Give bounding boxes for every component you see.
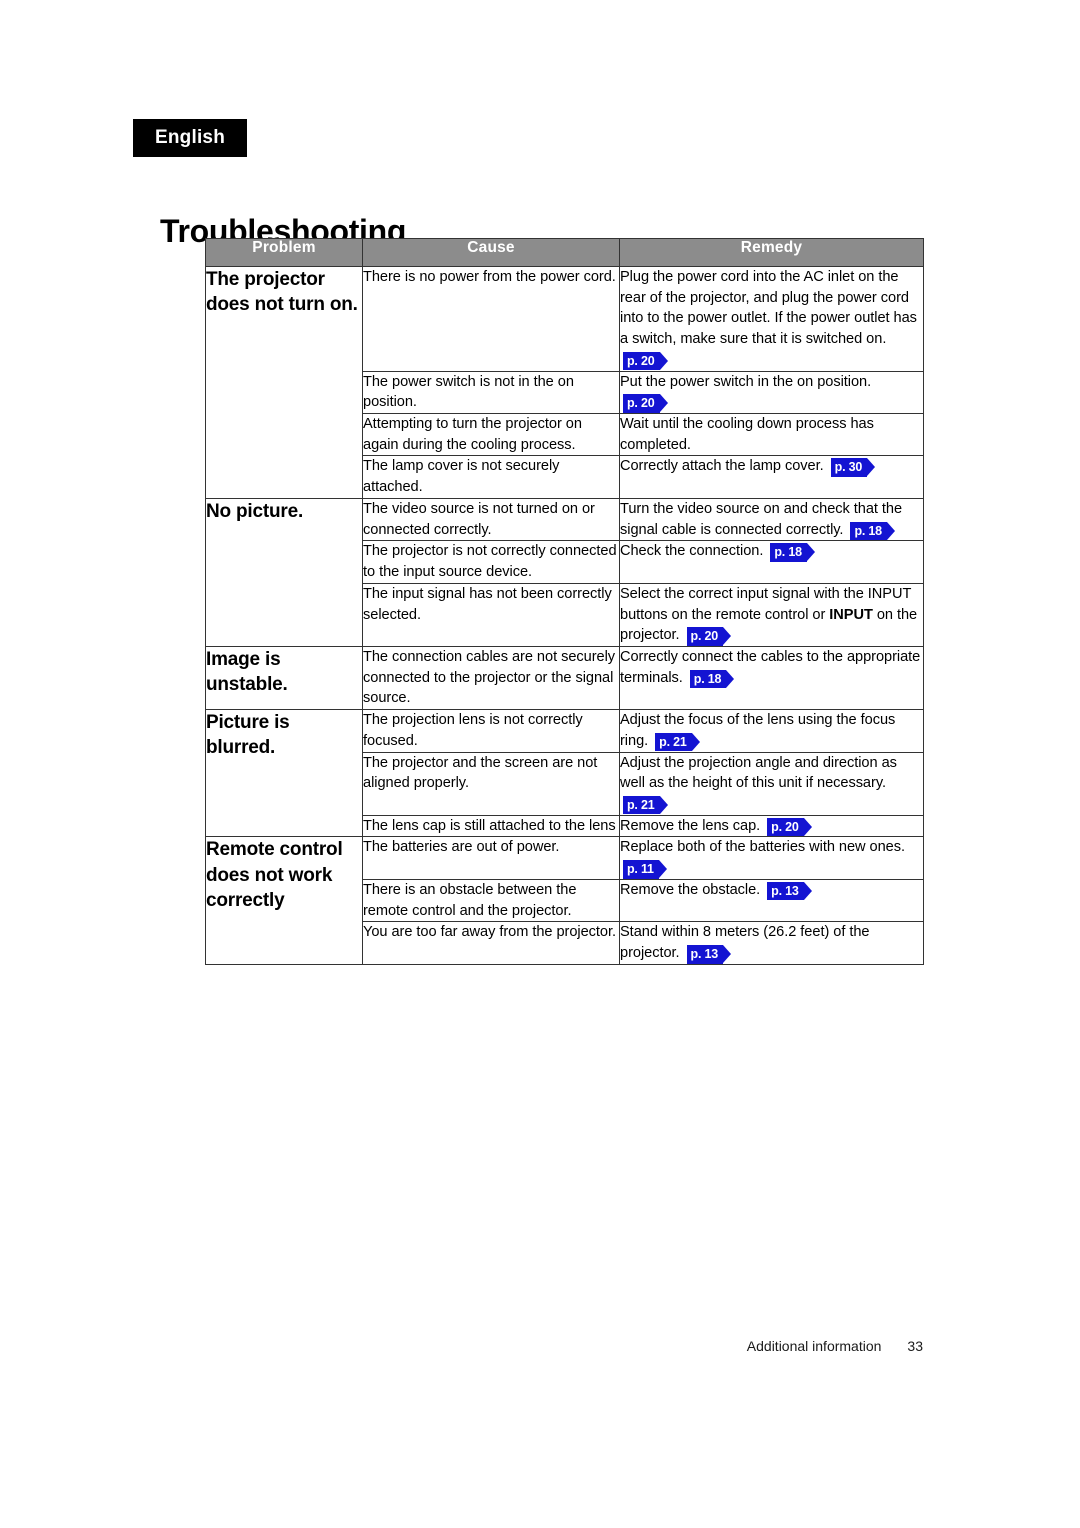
page-reference-badge[interactable]: p. 20 bbox=[686, 627, 731, 646]
footer-page-number: 33 bbox=[907, 1338, 923, 1354]
cause-cell: Attempting to turn the projector on agai… bbox=[362, 413, 620, 457]
table-row: Picture is blurred. The projection lens i… bbox=[205, 709, 924, 838]
remedy-text: Correctly connect the cables to the appr… bbox=[620, 648, 921, 686]
remedy-text: Put the power switch in the on position. bbox=[620, 373, 872, 390]
troubleshooting-table: Problem Cause Remedy The projector does … bbox=[205, 238, 924, 965]
remedy-cell: Replace both of the batteries with new o… bbox=[619, 836, 924, 880]
remedy-text: Adjust the projection angle and directio… bbox=[620, 754, 897, 792]
remedy-text: Replace both of the batteries with new o… bbox=[620, 839, 905, 856]
page-reference-badge[interactable]: p. 21 bbox=[655, 732, 700, 752]
table-row: The projector does not turn on. There is … bbox=[205, 266, 924, 499]
troubleshooting-table-wrapper: Problem Cause Remedy The projector does … bbox=[205, 238, 924, 965]
cause-cell: The lamp cover is not securely attached. bbox=[362, 455, 620, 499]
table-body: The projector does not turn on. There is … bbox=[205, 266, 924, 965]
language-tag: English bbox=[133, 119, 247, 157]
remedy-text: Plug the power cord into the AC inlet on… bbox=[620, 269, 917, 348]
remedy-cell: Wait until the cooling down process has … bbox=[619, 413, 924, 457]
table-header-row: Problem Cause Remedy bbox=[205, 238, 924, 267]
remedy-text: Correctly attach the lamp cover. bbox=[620, 458, 824, 475]
page-reference-badge[interactable]: p. 18 bbox=[689, 669, 734, 689]
page-reference-badge[interactable]: p. 18 bbox=[850, 521, 895, 541]
problem-cell: No picture. bbox=[205, 497, 363, 647]
cause-cell: The projector is not correctly connected… bbox=[362, 540, 620, 584]
page-reference-badge[interactable]: p. 13 bbox=[767, 881, 812, 901]
column-header-cause: Cause bbox=[362, 238, 620, 267]
table-row: No picture. The video source is not turne… bbox=[205, 497, 924, 647]
remedy-cell: Adjust the focus of the lens using the f… bbox=[619, 709, 924, 753]
page-reference-badge[interactable]: p. 20 bbox=[767, 817, 812, 837]
problem-cell: Picture is blurred. bbox=[205, 709, 363, 838]
problem-cell: Remote control does not work correctly bbox=[205, 836, 363, 965]
remedy-cell: Correctly attach the lamp cover. p. 30 bbox=[619, 455, 924, 499]
cause-cell: The connection cables are not securely c… bbox=[362, 645, 620, 711]
remedy-cell: Stand within 8 meters (26.2 feet) of the… bbox=[619, 921, 924, 965]
page-reference-badge[interactable]: p. 20 bbox=[623, 394, 667, 413]
remedy-text: Remove the obstacle. bbox=[620, 881, 761, 898]
table-row: Image is unstable. The connection cables … bbox=[205, 645, 924, 711]
column-header-problem: Problem bbox=[205, 238, 363, 267]
problem-cell: The projector does not turn on. bbox=[205, 266, 363, 499]
remedy-text: Check the connection. bbox=[620, 543, 764, 560]
cause-cell: You are too far away from the projector. bbox=[362, 921, 620, 965]
remedy-text: Wait until the cooling down process has … bbox=[620, 416, 874, 453]
remedy-cell: Select the correct input signal with the… bbox=[619, 582, 924, 647]
remedy-cell: Remove the obstacle. p. 13 bbox=[619, 878, 924, 923]
page-reference-badge[interactable]: p. 11 bbox=[623, 860, 667, 879]
cause-cell: There is no power from the power cord. bbox=[362, 266, 620, 372]
remedy-cell: Put the power switch in the on position.… bbox=[619, 370, 924, 415]
remedy-cell: Plug the power cord into the AC inlet on… bbox=[619, 266, 924, 372]
page-reference-badge[interactable]: p. 18 bbox=[770, 543, 815, 562]
cause-cell: The power switch is not in the on positi… bbox=[362, 370, 620, 415]
remedy-text: Stand within 8 meters (26.2 feet) of the… bbox=[620, 924, 870, 961]
cause-cell: There is an obstacle between the remote … bbox=[362, 878, 620, 923]
cause-cell: The projection lens is not correctly foc… bbox=[362, 709, 620, 753]
cause-cell: The video source is not turned on or con… bbox=[362, 497, 620, 542]
footer-section-label: Additional information bbox=[746, 1338, 882, 1354]
remedy-cell: Correctly connect the cables to the appr… bbox=[619, 645, 924, 711]
remedy-emphasis: INPUT bbox=[829, 606, 873, 623]
remedy-cell: Remove the lens cap. p. 20 bbox=[619, 814, 924, 838]
cause-cell: The lens cap is still attached to the le… bbox=[362, 814, 620, 838]
page-reference-badge[interactable]: p. 20 bbox=[623, 351, 667, 371]
page-reference-badge[interactable]: p. 13 bbox=[686, 945, 731, 964]
cause-cell: The input signal has not been correctly … bbox=[362, 582, 620, 647]
cause-cell: The projector and the screen are not ali… bbox=[362, 751, 620, 816]
remedy-cell: Adjust the projection angle and directio… bbox=[619, 751, 924, 816]
cause-cell: The batteries are out of power. bbox=[362, 836, 620, 880]
remedy-cell: Turn the video source on and check that … bbox=[619, 497, 924, 542]
remedy-cell: Check the connection. p. 18 bbox=[619, 540, 924, 584]
page-footer: Additional information 33 bbox=[0, 1338, 923, 1354]
page-reference-badge[interactable]: p. 30 bbox=[830, 458, 875, 477]
table-row: Remote control does not work correctly Th… bbox=[205, 836, 924, 965]
remedy-text: Remove the lens cap. bbox=[620, 817, 761, 834]
column-header-remedy: Remedy bbox=[619, 238, 924, 267]
page-reference-badge[interactable]: p. 21 bbox=[623, 795, 667, 815]
problem-cell: Image is unstable. bbox=[205, 645, 363, 711]
